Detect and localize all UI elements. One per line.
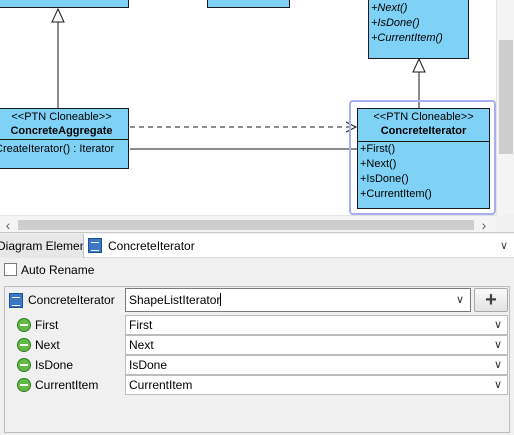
operation-icon — [17, 338, 31, 352]
iterator-name: ConcreteIterator — [380, 125, 467, 137]
class-name-label: ConcreteIterator — [28, 293, 115, 307]
operation-row-first: First First ∨ — [5, 315, 509, 335]
operation-select-isdone[interactable]: IsDone ∨ — [125, 355, 508, 375]
abstract-iterator-op-isdone: +IsDone() — [371, 17, 420, 29]
abstract-list-class[interactable] — [207, 0, 290, 8]
panel-header: Diagram Element ConcreteIterator ∨ — [0, 234, 514, 258]
iterator-op-currentitem: +CurrentItem() — [360, 188, 432, 200]
operation-label-isdone: IsDone — [35, 358, 74, 372]
chevron-down-icon[interactable]: ∨ — [491, 316, 505, 334]
aggregate-compartment-divider — [0, 139, 128, 140]
diagram-canvas[interactable]: +Next() +IsDone() +CurrentItem() <<PTN C… — [0, 0, 514, 233]
class-icon — [9, 293, 23, 308]
iterator-stereotype: <<PTN Cloneable>> — [373, 111, 474, 123]
iterator-op-next: +Next() — [360, 158, 397, 170]
operation-select-first[interactable]: First ∨ — [125, 315, 508, 335]
operation-value-first: First — [129, 318, 153, 332]
operation-row-currentitem: CurrentItem CurrentItem ∨ — [5, 375, 509, 395]
class-icon — [88, 238, 102, 253]
chevron-down-icon[interactable]: ∨ — [491, 336, 505, 354]
chevron-down-icon[interactable]: ∨ — [491, 356, 505, 374]
operation-icon — [17, 318, 31, 332]
scrollbar-corner — [496, 215, 514, 232]
vertical-scrollbar[interactable] — [496, 0, 514, 215]
iterator-op-first: +First() — [360, 143, 396, 155]
aggregate-name: ConcreteAggregate — [10, 125, 113, 137]
chevron-left-icon[interactable]: ‹ — [0, 217, 16, 232]
horizontal-scrollbar[interactable]: ‹ › — [0, 215, 496, 232]
operation-icon — [17, 358, 31, 372]
horizontal-scrollbar-thumb[interactable] — [18, 220, 474, 230]
abstract-aggregate-class[interactable] — [0, 0, 129, 8]
abstract-iterator-class[interactable]: +Next() +IsDone() +CurrentItem() — [368, 0, 469, 59]
class-name-row: ConcreteIterator ShapeListIterator ∨ + — [5, 287, 509, 314]
operation-row-next: Next Next ∨ — [5, 335, 509, 355]
operation-value-isdone: IsDone — [129, 358, 168, 372]
generalization-arrowhead-iterator — [412, 57, 426, 73]
aggregate-op-createiterator: CreateIterator() : Iterator — [0, 143, 115, 155]
concrete-aggregate-class[interactable]: <<PTN Cloneable>> ConcreteAggregate Crea… — [0, 108, 129, 169]
auto-rename-label: Auto Rename — [21, 263, 95, 277]
tab-diagram-element[interactable]: Diagram Element — [0, 234, 84, 258]
chevron-right-icon[interactable]: › — [476, 217, 492, 232]
class-name-input[interactable]: ShapeListIterator ∨ — [125, 288, 471, 312]
abstract-iterator-op-next: +Next() — [371, 2, 408, 14]
operation-row-isdone: IsDone IsDone ∨ — [5, 355, 509, 375]
operation-value-currentitem: CurrentItem — [129, 378, 193, 392]
iterator-op-isdone: +IsDone() — [360, 173, 409, 185]
operation-label-first: First — [35, 318, 59, 332]
operation-label-next: Next — [35, 338, 60, 352]
operation-label-currentitem: CurrentItem — [35, 378, 99, 392]
chevron-down-icon[interactable]: ∨ — [497, 234, 511, 258]
operation-select-currentitem[interactable]: CurrentItem ∨ — [125, 375, 508, 395]
text-caret — [220, 293, 222, 306]
generalization-arrowhead-aggregate — [51, 7, 65, 23]
concrete-iterator-class[interactable]: <<PTN Cloneable>> ConcreteIterator +Firs… — [357, 108, 490, 209]
chevron-down-icon[interactable]: ∨ — [453, 289, 467, 311]
class-name-value: ShapeListIterator — [129, 293, 221, 307]
properties-grid: ConcreteIterator ShapeListIterator ∨ + F… — [4, 286, 510, 433]
add-button[interactable]: + — [474, 288, 508, 312]
chevron-down-icon[interactable]: ∨ — [491, 376, 505, 394]
operation-icon — [17, 378, 31, 392]
panel-title: ConcreteIterator — [108, 239, 195, 253]
operation-select-next[interactable]: Next ∨ — [125, 335, 508, 355]
vertical-scrollbar-thumb[interactable] — [499, 40, 513, 154]
aggregate-stereotype: <<PTN Cloneable>> — [11, 111, 112, 123]
abstract-iterator-op-currentitem: +CurrentItem() — [371, 32, 443, 44]
operation-value-next: Next — [129, 338, 154, 352]
auto-rename-checkbox[interactable] — [4, 263, 17, 276]
